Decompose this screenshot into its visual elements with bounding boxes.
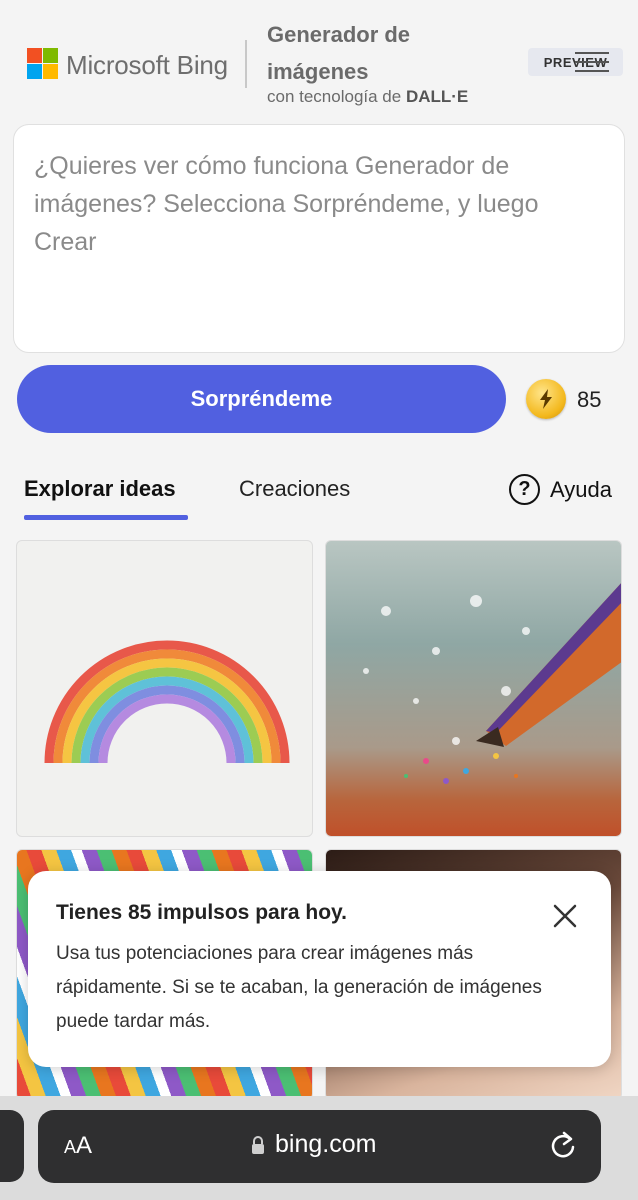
url-text: bing.com [275, 1130, 377, 1158]
pencil-illustration [363, 583, 621, 784]
lightning-icon [540, 389, 552, 409]
hamburger-menu-icon[interactable] [575, 52, 611, 74]
boost-coin-icon[interactable] [526, 379, 566, 419]
lock-icon [252, 1135, 264, 1154]
help-icon: ? [509, 474, 540, 505]
help-label: Ayuda [550, 476, 612, 502]
microsoft-logo-icon[interactable] [27, 48, 58, 79]
help-link[interactable]: ? Ayuda [509, 474, 612, 505]
address-bar[interactable]: AA bing.com [38, 1110, 601, 1183]
product-subtitle-prefix: con tecnología de [267, 87, 406, 106]
tab-explore-ideas[interactable]: Explorar ideas [24, 476, 176, 502]
header: Microsoft Bing Generador de imágenes con… [0, 0, 638, 120]
reload-icon[interactable] [548, 1130, 578, 1162]
toast-title: Tienes 85 impulsos para hoy. [56, 901, 347, 924]
brand-name[interactable]: Microsoft Bing [66, 50, 228, 81]
rainbow-illustration [44, 640, 290, 764]
header-divider [245, 40, 247, 88]
previous-tab-stub[interactable] [0, 1110, 24, 1182]
rainbow-paper-image[interactable] [16, 540, 313, 837]
active-tab-indicator [24, 515, 188, 520]
text-size-small: A [64, 1137, 77, 1157]
product-subtitle-model: DALL·E [405, 87, 469, 106]
prompt-placeholder: ¿Quieres ver cómo funciona Generador de … [34, 152, 539, 256]
surprise-me-button[interactable]: Sorpréndeme [17, 365, 506, 433]
url-display[interactable]: bing.com [251, 1130, 376, 1159]
glitter-pencil-image[interactable] [325, 540, 622, 837]
product-title[interactable]: Generador de imágenes [267, 16, 507, 90]
boosts-toast: Tienes 85 impulsos para hoy. Usa tus pot… [28, 871, 611, 1067]
prompt-input[interactable]: ¿Quieres ver cómo funciona Generador de … [13, 124, 625, 353]
text-size-button[interactable]: AA [64, 1132, 92, 1160]
text-size-big: A [76, 1132, 93, 1159]
boost-count: 85 [577, 387, 602, 412]
product-subtitle: con tecnología de DALL·E [267, 87, 468, 107]
close-icon[interactable] [551, 902, 579, 930]
toast-body: Usa tus potenciaciones para crear imágen… [56, 943, 542, 1032]
tab-creations[interactable]: Creaciones [239, 476, 350, 502]
